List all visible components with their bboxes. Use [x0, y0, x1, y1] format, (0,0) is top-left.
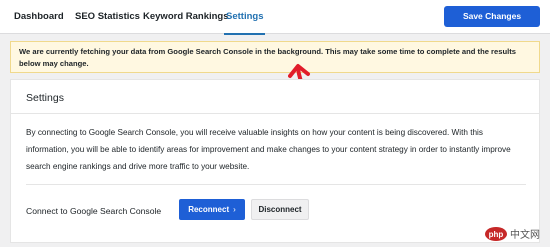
chevron-right-icon: ›: [233, 205, 236, 214]
svg-text:中文网: 中文网: [510, 228, 540, 241]
settings-card-title: Settings: [26, 92, 64, 104]
top-navigation-bar: Dashboard SEO Statistics Keyword Ranking…: [0, 0, 550, 35]
card-divider: [11, 113, 539, 114]
disconnect-button[interactable]: Disconnect: [251, 199, 309, 220]
reconnect-button-label: Reconnect: [188, 205, 230, 214]
settings-description: By connecting to Google Search Console, …: [26, 128, 511, 171]
svg-text:php: php: [489, 230, 504, 239]
settings-card: Settings By connecting to Google Search …: [10, 79, 540, 243]
reconnect-button[interactable]: Reconnect ›: [179, 199, 245, 220]
card-divider: [26, 184, 526, 185]
connect-label: Connect to Google Search Console: [26, 206, 162, 216]
fetching-data-notice: We are currently fetching your data from…: [10, 41, 540, 73]
tab-settings[interactable]: Settings: [223, 0, 267, 35]
tab-dashboard[interactable]: Dashboard: [14, 0, 64, 34]
tab-seo-statistics[interactable]: SEO Statistics: [75, 0, 140, 34]
tab-keyword-rankings[interactable]: Keyword Rankings: [143, 0, 229, 34]
php-watermark-logo: php 中文网: [485, 227, 540, 241]
save-changes-button[interactable]: Save Changes: [444, 6, 540, 27]
